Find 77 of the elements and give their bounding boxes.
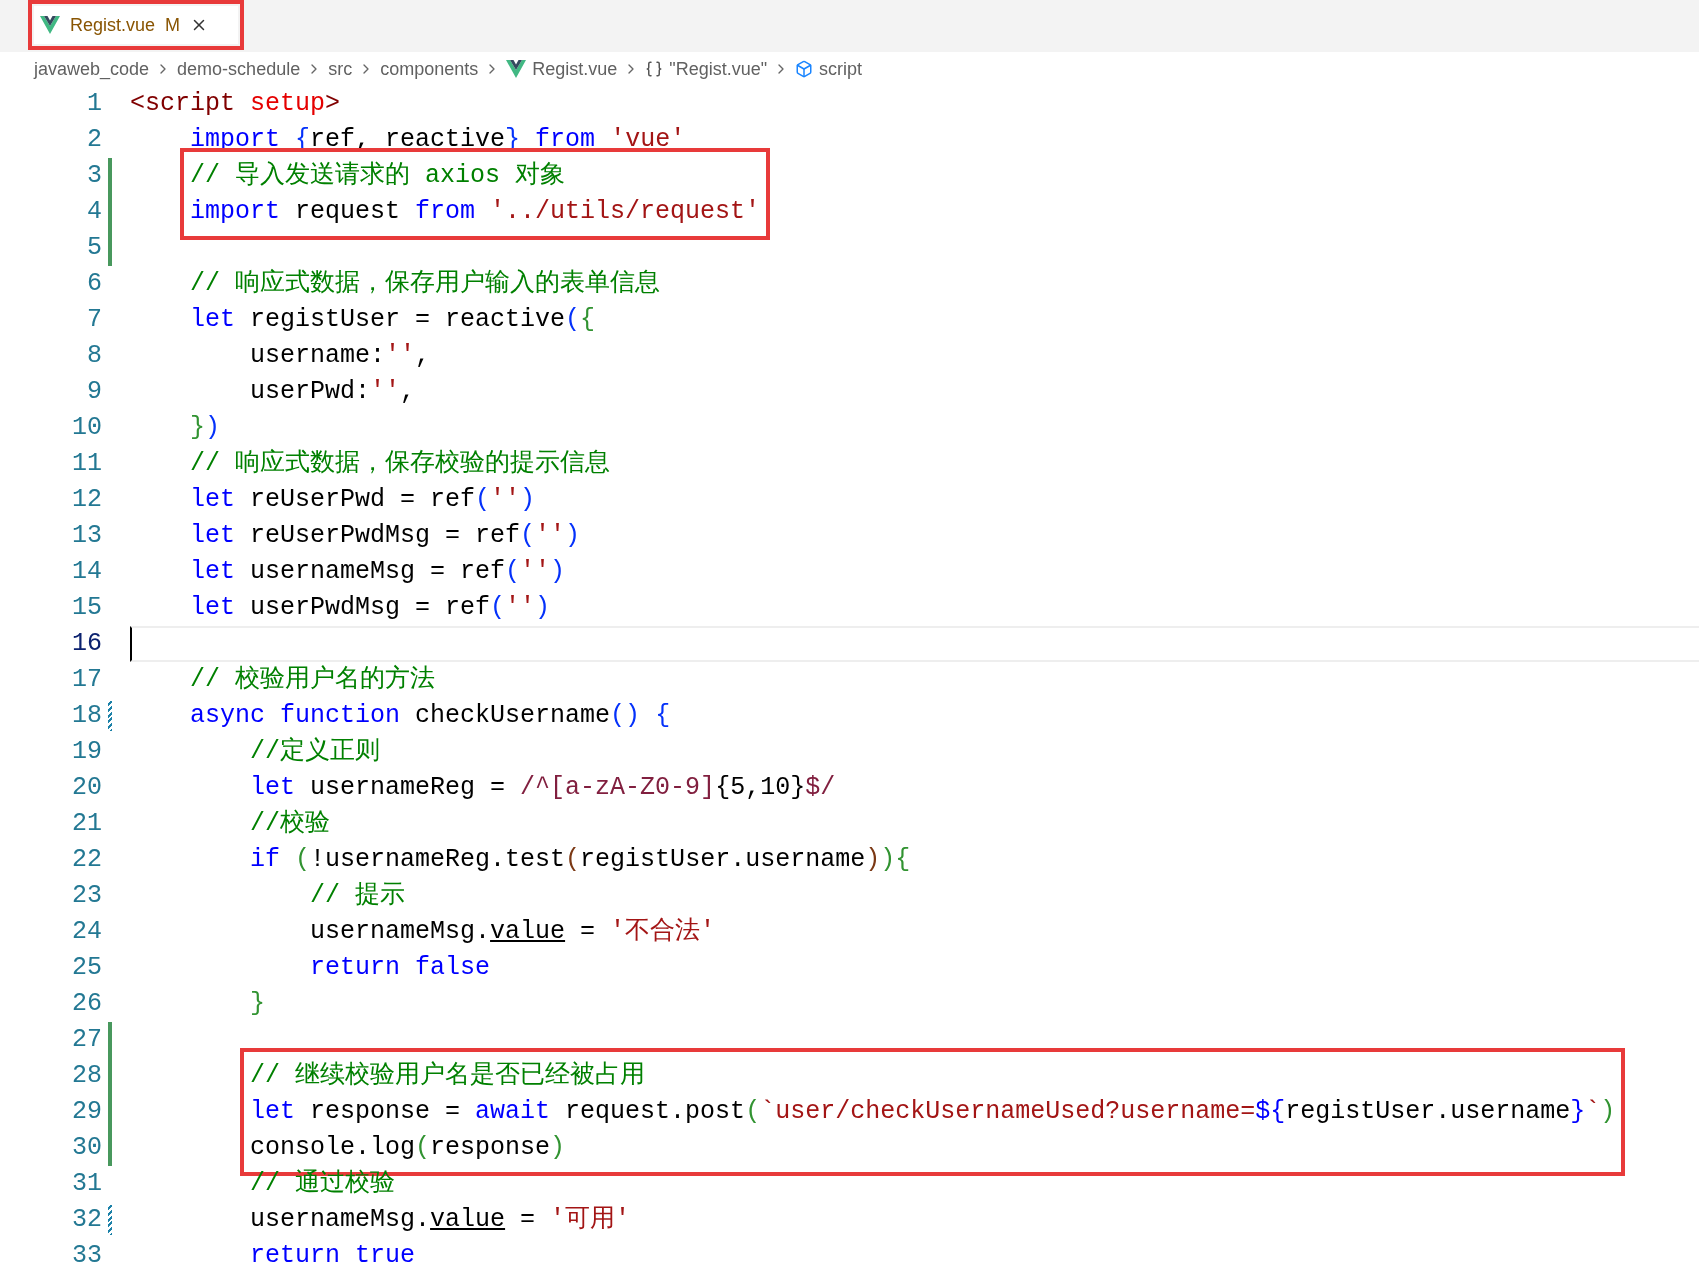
code-line: return true bbox=[249, 1240, 417, 1272]
line-number: 22 bbox=[71, 844, 102, 877]
code-line: // 校验用户名的方法 bbox=[189, 664, 437, 696]
breadcrumb-item[interactable]: javaweb_code bbox=[34, 55, 150, 83]
line-number: 31 bbox=[71, 1168, 102, 1201]
code-line: let registUser = reactive({ bbox=[189, 304, 597, 336]
braces-icon bbox=[645, 60, 664, 78]
code-line: }) bbox=[189, 412, 222, 444]
code-line: // 导入发送请求的 axios 对象 bbox=[190, 160, 567, 192]
line-number: 18 bbox=[71, 700, 102, 733]
line-number: 17 bbox=[71, 664, 102, 697]
line-number: 8 bbox=[86, 340, 102, 373]
breadcrumb-item[interactable]: Regist.vue bbox=[532, 55, 618, 83]
change-marker bbox=[108, 1205, 112, 1235]
line-number: 20 bbox=[71, 772, 102, 805]
code-line: console.log(response) bbox=[250, 1132, 567, 1164]
line-number: 10 bbox=[71, 412, 102, 445]
line-number: 28 bbox=[71, 1060, 102, 1093]
code-line: //定义正则 bbox=[249, 736, 382, 768]
code-line: //校验 bbox=[249, 808, 332, 840]
line-number: 33 bbox=[71, 1240, 102, 1273]
line-number: 3 bbox=[86, 160, 102, 193]
modified-label: M bbox=[165, 13, 181, 37]
line-number: 11 bbox=[71, 448, 102, 481]
line-number: 24 bbox=[71, 916, 102, 949]
code-line: let usernameMsg = ref('') bbox=[189, 556, 567, 588]
code-line: let reUserPwd = ref('') bbox=[189, 484, 537, 516]
code-line: // 通过校验 bbox=[249, 1168, 397, 1200]
line-number: 14 bbox=[71, 556, 102, 589]
line-number: 21 bbox=[71, 808, 102, 841]
code-line: <script setup> bbox=[130, 88, 342, 120]
code-line: let userPwdMsg = ref('') bbox=[189, 592, 552, 624]
line-number: 2 bbox=[86, 124, 102, 157]
line-number: 6 bbox=[86, 268, 102, 301]
line-number: 27 bbox=[71, 1024, 102, 1057]
line-number: 19 bbox=[71, 736, 102, 769]
code-line: } bbox=[249, 988, 267, 1020]
breadcrumb-item[interactable]: components bbox=[380, 55, 479, 83]
vue-logo-icon bbox=[506, 60, 527, 78]
code-line: let usernameReg = /^[a-zA-Z0-9]{5,10}$/ bbox=[249, 772, 837, 804]
code-line: let reUserPwdMsg = ref('') bbox=[189, 520, 582, 552]
change-marker bbox=[108, 701, 112, 731]
line-number: 1 bbox=[86, 88, 102, 121]
line-number: 29 bbox=[71, 1096, 102, 1129]
line-number: 12 bbox=[71, 484, 102, 517]
vue-logo-icon bbox=[40, 16, 60, 34]
code-line: username:'', bbox=[249, 340, 432, 372]
code-line: if (!usernameReg.test(registUser.username)){ bbox=[249, 844, 912, 876]
code-line: import request from '../utils/request' bbox=[190, 196, 761, 228]
code-line: usernameMsg.value = '不合法' bbox=[309, 916, 717, 948]
line-number: 13 bbox=[71, 520, 102, 553]
breadcrumb-item[interactable]: src bbox=[328, 55, 353, 83]
breadcrumb-item[interactable]: "Regist.vue" bbox=[669, 55, 768, 83]
code-line: // 响应式数据，保存用户输入的表单信息 bbox=[189, 268, 662, 300]
code-line: usernameMsg.value = '可用' bbox=[249, 1204, 632, 1236]
line-number: 26 bbox=[71, 988, 102, 1021]
line-number: 32 bbox=[71, 1204, 102, 1237]
line-number: 15 bbox=[71, 592, 102, 625]
editor-tab[interactable]: Regist.vue M bbox=[34, 6, 239, 44]
breadcrumb-item[interactable]: script bbox=[819, 55, 863, 83]
code-line: // 继续校验用户名是否已经被占用 bbox=[250, 1060, 647, 1092]
line-number: 7 bbox=[86, 304, 102, 337]
line-number: 5 bbox=[86, 232, 102, 265]
code-line: async function checkUsername() { bbox=[189, 700, 672, 732]
line-number: 30 bbox=[71, 1132, 102, 1165]
code-line: // 响应式数据，保存校验的提示信息 bbox=[189, 448, 612, 480]
line-number: 16 bbox=[71, 628, 102, 661]
code-line: // 提示 bbox=[309, 880, 407, 912]
code-line: userPwd:'', bbox=[249, 376, 417, 408]
line-number: 25 bbox=[71, 952, 102, 985]
cube-icon bbox=[795, 60, 814, 78]
line-number: 9 bbox=[86, 376, 102, 409]
line-number: 23 bbox=[71, 880, 102, 913]
line-number: 4 bbox=[86, 196, 102, 229]
code-line: let response = await request.post(`user/checkUsernameUsed?username=${registUser.username}`) bbox=[250, 1096, 1616, 1128]
code-line: return false bbox=[309, 952, 492, 984]
breadcrumb-item[interactable]: demo-schedule bbox=[177, 55, 301, 83]
